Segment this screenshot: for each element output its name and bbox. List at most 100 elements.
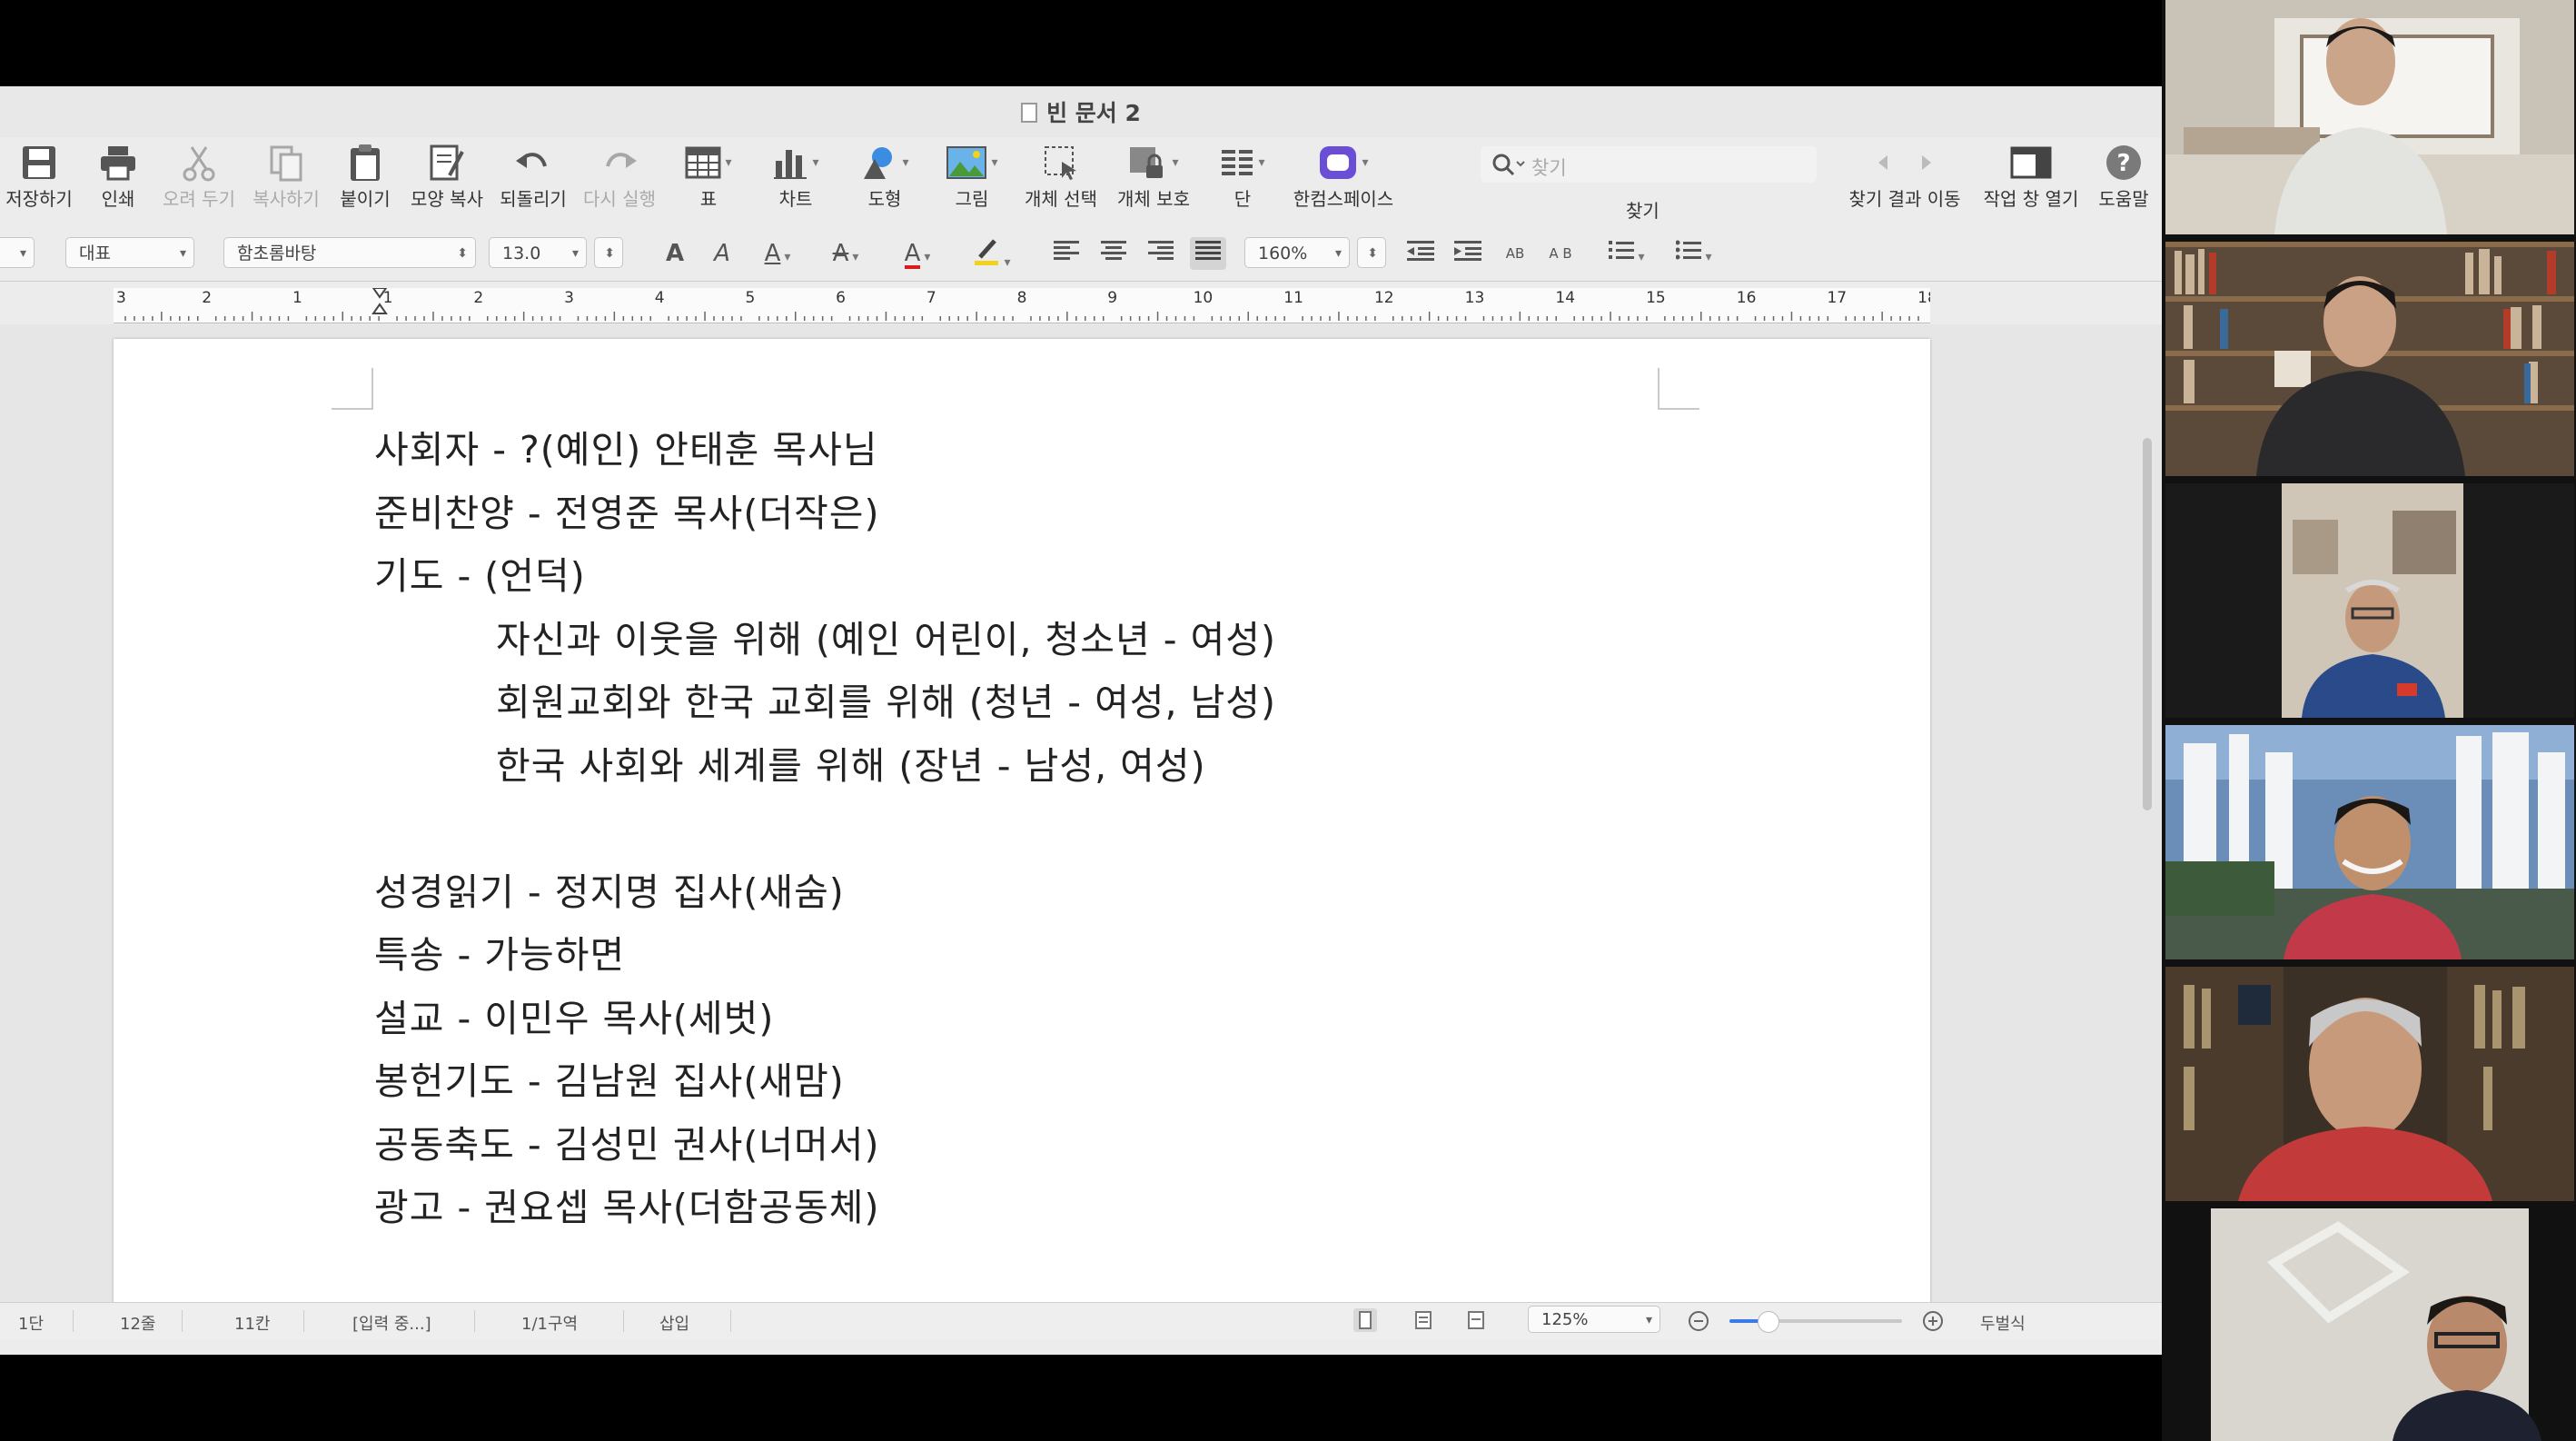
- document-line[interactable]: 광고 - 권요셉 목사(더함공동체): [374, 1177, 1828, 1240]
- cut-button[interactable]: 오려 두기: [160, 137, 238, 228]
- outline-view-button[interactable]: [1464, 1308, 1488, 1332]
- document-text[interactable]: 사회자 - ?(예인) 안태훈 목사님 준비찬양 - 전영준 목사(더작은) 기도 …: [374, 419, 1828, 1240]
- page-view-button[interactable]: [1353, 1308, 1377, 1332]
- strikethrough-button[interactable]: A ▾: [823, 237, 868, 270]
- font-value: 함초롬바탕: [237, 243, 317, 263]
- strikethrough-icon: A: [832, 240, 849, 267]
- task-window-icon: [2010, 146, 2052, 179]
- table-button[interactable]: ▾ 표: [678, 137, 739, 228]
- align-center-button[interactable]: [1097, 237, 1130, 270]
- participant-video-2[interactable]: [2165, 242, 2574, 476]
- zoom-in-button[interactable]: [1922, 1310, 1944, 1332]
- find-result-nav[interactable]: 찾기 결과 이동: [1840, 137, 1969, 228]
- search-field[interactable]: 찾기: [1481, 146, 1817, 183]
- print-button[interactable]: 인쇄: [82, 137, 154, 228]
- participant-video-1[interactable]: [2165, 0, 2574, 234]
- numbered-list-button[interactable]: ▾: [1604, 237, 1650, 270]
- participant-5-avatar: [2165, 967, 2574, 1201]
- char-spacing-decrease-button[interactable]: A͏B: [1499, 237, 1531, 270]
- paste-button[interactable]: 붙이기: [331, 137, 400, 228]
- status-divider: [730, 1310, 731, 1332]
- document-line[interactable]: 특송 - 가능하면: [374, 924, 1828, 988]
- hancom-space-button[interactable]: ▾ 한컴스페이스: [1284, 137, 1402, 228]
- line-spacing-select[interactable]: 160% ▾: [1244, 237, 1350, 268]
- document-line[interactable]: 한국 사회와 세계를 위해 (장년 - 남성, 여성): [374, 735, 1828, 799]
- document-line[interactable]: 자신과 이웃을 위해 (예인 어린이, 청소년 - 여성): [374, 609, 1828, 672]
- document-line[interactable]: 기도 - (언덕): [374, 545, 1828, 609]
- font-color-icon: A: [904, 240, 921, 269]
- task-window-button[interactable]: 작업 창 열기: [1977, 137, 2086, 228]
- increase-indent-button[interactable]: [1451, 237, 1484, 270]
- help-button[interactable]: ? 도움말: [2091, 137, 2156, 228]
- italic-button[interactable]: A: [707, 237, 738, 270]
- decrease-indent-button[interactable]: [1404, 237, 1437, 270]
- document-page[interactable]: 사회자 - ?(예인) 안태훈 목사님 준비찬양 - 전영준 목사(더작은) 기도 …: [114, 339, 1930, 1311]
- next-result-icon[interactable]: [1918, 152, 1935, 174]
- zoom-out-button[interactable]: [1688, 1310, 1709, 1332]
- search-placeholder: 찾기: [1531, 157, 1567, 179]
- stepper-icon: ⬍: [1367, 246, 1378, 261]
- zoom-slider[interactable]: [1729, 1311, 1902, 1333]
- chevron-down-icon: ▾: [19, 246, 26, 261]
- document-line[interactable]: 회원교회와 한국 교회를 위해 (청년 - 여성, 남성): [374, 671, 1828, 735]
- font-size-stepper[interactable]: ⬍: [594, 237, 623, 268]
- font-size-select[interactable]: 13.0 ▾: [489, 237, 587, 268]
- zoom-select[interactable]: 125% ▾: [1528, 1306, 1660, 1333]
- bullet-list-button[interactable]: ▾: [1671, 237, 1717, 270]
- empty-line[interactable]: [374, 798, 1828, 861]
- ruler-label: 7: [926, 289, 936, 307]
- status-line: 12줄: [120, 1315, 156, 1334]
- zoom-slider-knob[interactable]: [1757, 1311, 1779, 1333]
- highlight-button[interactable]: ▾: [966, 237, 1017, 270]
- document-line[interactable]: 설교 - 이민우 목사(세벗): [374, 988, 1828, 1051]
- print-icon: [101, 146, 135, 181]
- font-color-button[interactable]: A ▾: [894, 237, 941, 270]
- svg-text:?: ?: [2116, 150, 2130, 177]
- align-justify-button[interactable]: [1190, 237, 1226, 270]
- participant-video-6[interactable]: [2165, 1208, 2574, 1441]
- document-line[interactable]: 봉헌기도 - 김남원 집사(새맘): [374, 1050, 1828, 1114]
- shape-button[interactable]: ▾ 도형: [854, 137, 916, 228]
- vertical-scrollbar[interactable]: [2140, 338, 2155, 1301]
- ruler-label: 3: [116, 289, 126, 307]
- align-left-button[interactable]: [1050, 237, 1083, 270]
- columns-label: 단: [1234, 188, 1252, 210]
- underline-button[interactable]: A ▾: [756, 237, 799, 270]
- image-button[interactable]: ▾ 그림: [939, 137, 1005, 228]
- redo-button[interactable]: 다시 실행: [578, 137, 661, 228]
- partial-dropdown[interactable]: ▾: [0, 237, 35, 268]
- style-select[interactable]: 대표 ▾: [65, 237, 194, 268]
- copy-button[interactable]: 복사하기: [245, 137, 327, 228]
- undo-button[interactable]: 되돌리기: [494, 137, 572, 228]
- participant-video-4[interactable]: [2165, 725, 2574, 959]
- chart-button[interactable]: ▾ 차트: [763, 137, 828, 228]
- document-line[interactable]: 준비찬양 - 전영준 목사(더작은): [374, 482, 1828, 546]
- status-divider: [73, 1310, 74, 1332]
- font-select[interactable]: 함초롬바탕 ⬍: [223, 237, 476, 268]
- align-left-icon: [1054, 241, 1079, 260]
- char-spacing-increase-button[interactable]: A B: [1544, 237, 1577, 270]
- format-painter-icon: [430, 144, 464, 181]
- enlarge-font-button[interactable]: A: [659, 237, 690, 270]
- previous-result-icon[interactable]: [1875, 152, 1891, 174]
- align-center-icon: [1101, 241, 1126, 260]
- save-button[interactable]: 저장하기: [0, 137, 78, 228]
- draft-view-button[interactable]: [1412, 1308, 1435, 1332]
- horizontal-ruler[interactable]: 321123456789101112131415161718: [114, 288, 1930, 323]
- select-object-button[interactable]: 개체 선택: [1021, 137, 1101, 228]
- align-right-button[interactable]: [1144, 237, 1177, 270]
- line-spacing-stepper[interactable]: ⬍: [1357, 237, 1386, 268]
- scrollbar-thumb[interactable]: [2143, 438, 2152, 810]
- participant-video-3[interactable]: [2165, 483, 2574, 718]
- document-line[interactable]: 사회자 - ?(예인) 안태훈 목사님: [374, 419, 1828, 482]
- document-line[interactable]: 공동축도 - 김성민 권사(너머서): [374, 1114, 1828, 1178]
- ruler-label: 6: [836, 289, 846, 307]
- protect-object-button[interactable]: ▾ 개체 보호: [1110, 137, 1197, 228]
- document-line[interactable]: 성경읽기 - 정지명 집사(새숨): [374, 861, 1828, 925]
- columns-button[interactable]: ▾ 단: [1214, 137, 1272, 228]
- format-painter-button[interactable]: 모양 복사: [405, 137, 489, 228]
- main-toolbar: 저장하기 인쇄 오려 두기 복사하기 붙이기 모양 복사 되돌리기 다시 실행 …: [0, 137, 2162, 228]
- stepper-icon: ⬍: [457, 246, 468, 261]
- participant-video-5[interactable]: [2165, 967, 2574, 1201]
- ruler-label: 9: [1107, 289, 1117, 307]
